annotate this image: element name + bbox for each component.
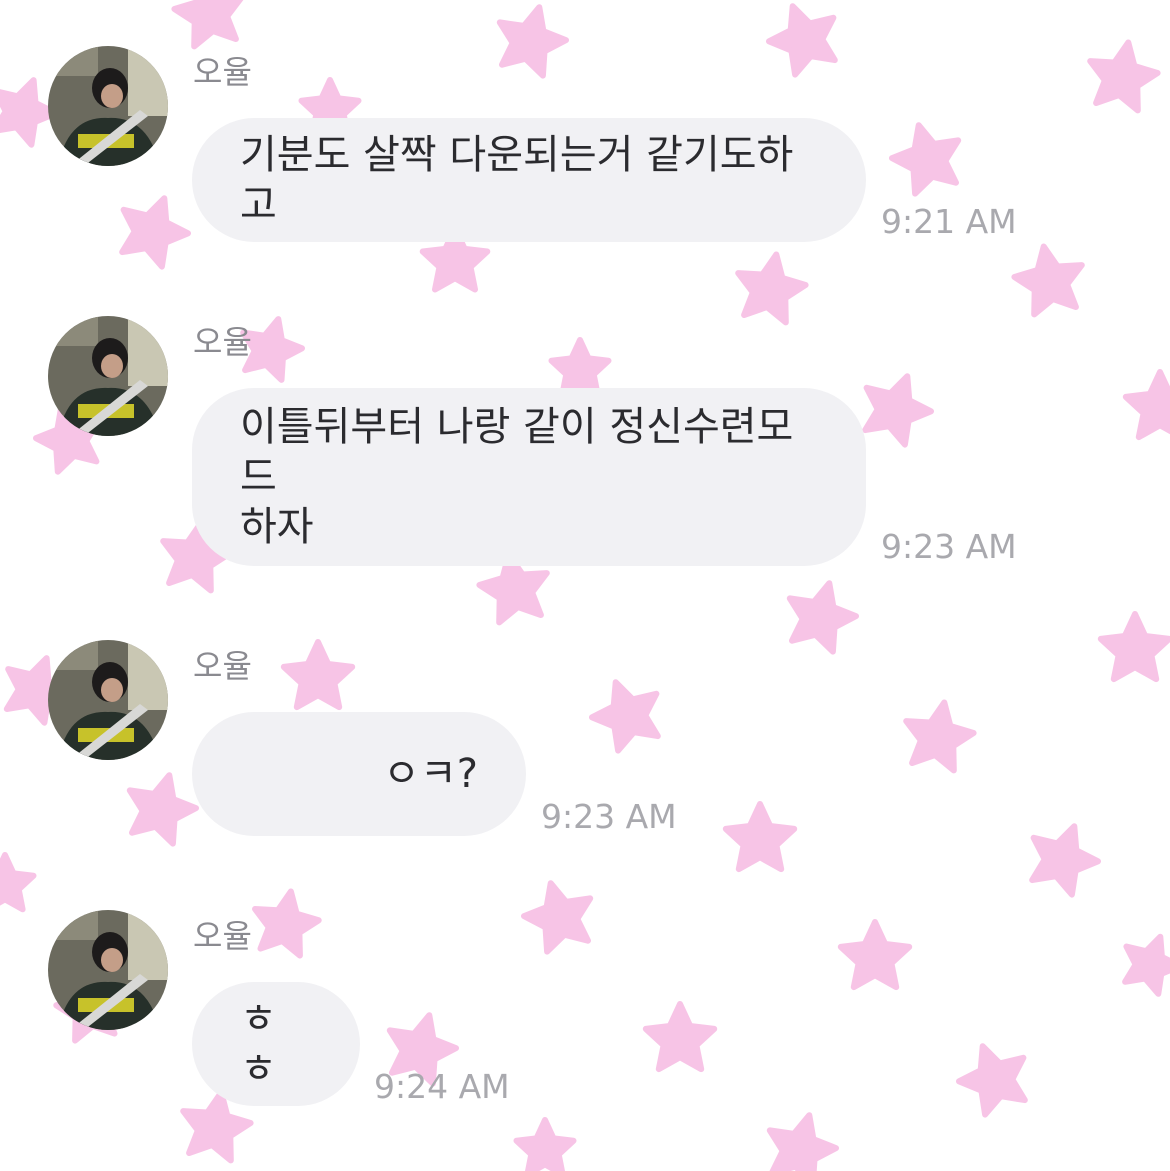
message-time: 9:24 AM xyxy=(374,1067,510,1106)
profile-photo-icon xyxy=(48,910,168,1030)
sender-name: 오율 xyxy=(193,917,252,955)
message-row: 오율 ㅎㅎ 9:24 AM xyxy=(0,0,1170,1130)
message-text: ㅎㅎ xyxy=(240,996,277,1092)
message-bubble[interactable]: ㅎㅎ xyxy=(192,982,360,1106)
avatar[interactable] xyxy=(48,910,168,1030)
